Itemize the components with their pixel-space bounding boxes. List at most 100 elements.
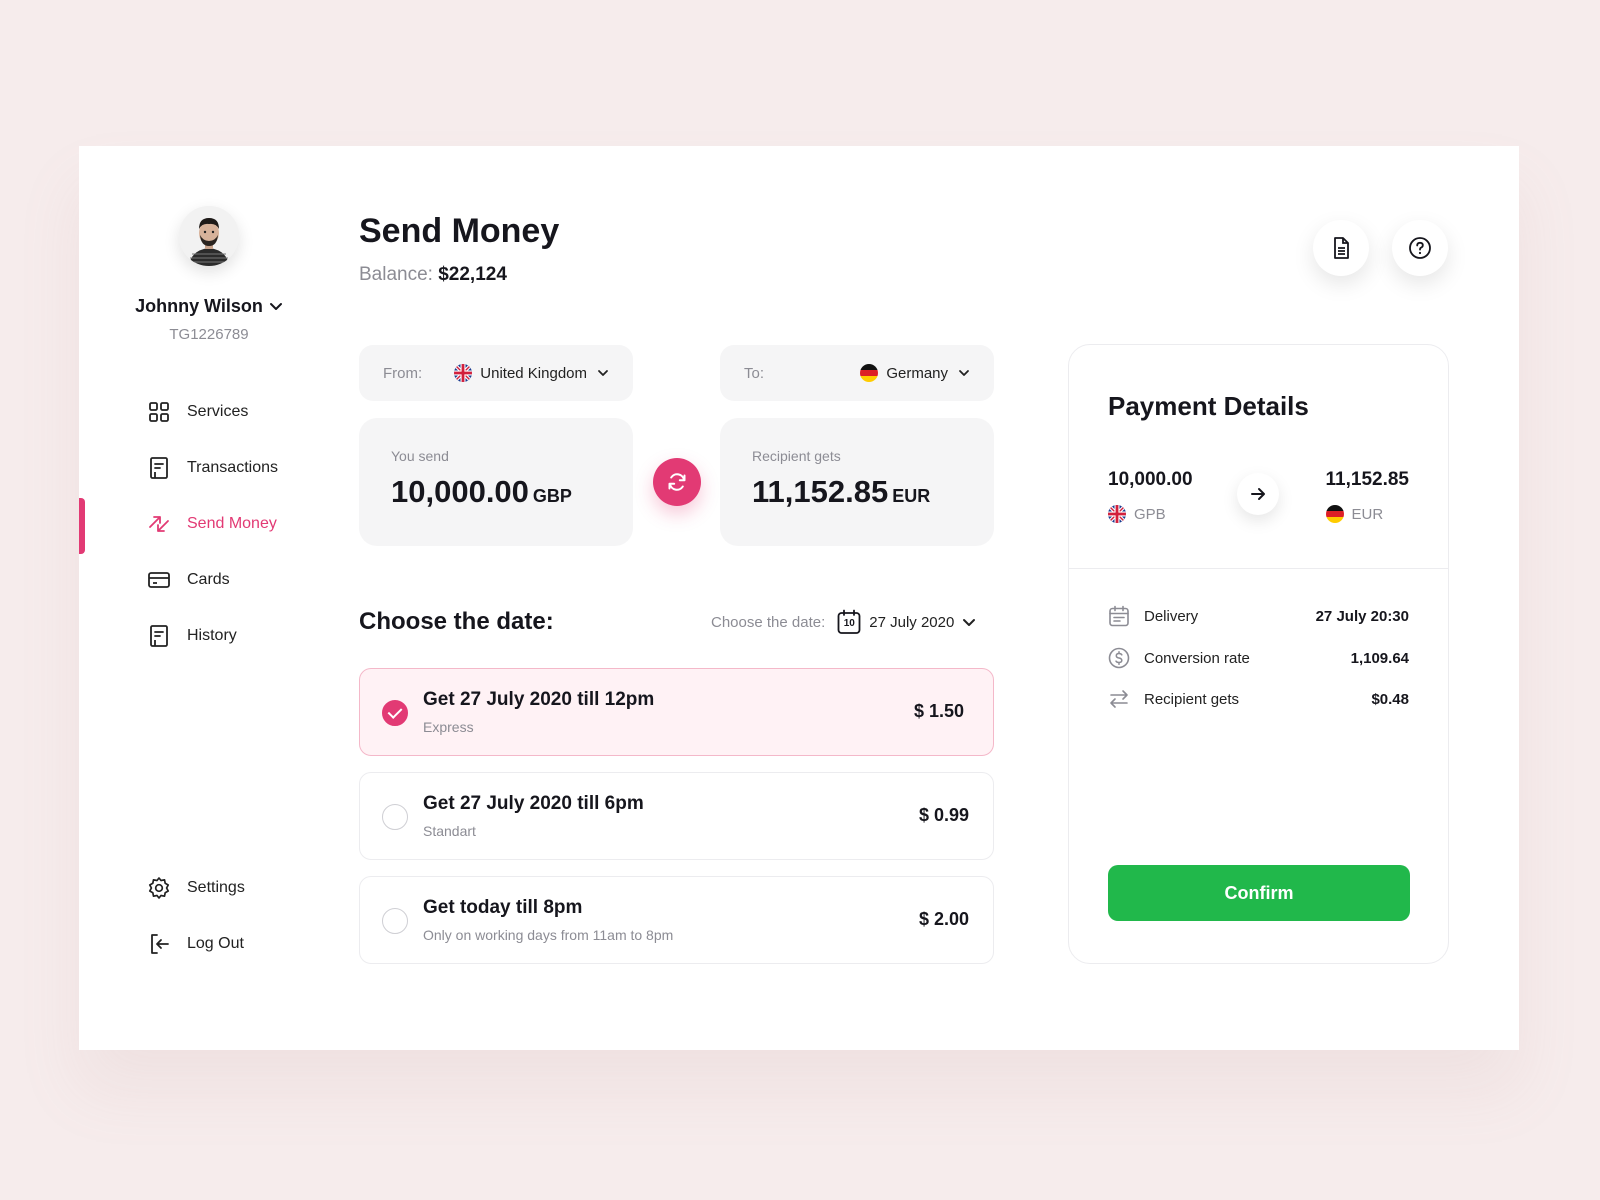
delivery-option-today[interactable]: Get today till 8pm Only on working days … (359, 876, 994, 964)
date-picker[interactable]: Choose the date: 10 27 July 2020 (711, 606, 993, 638)
receive-label: Recipient gets (752, 448, 841, 464)
sidebar-item-cards[interactable]: Cards (147, 566, 230, 594)
arrow-right-icon (1251, 488, 1265, 500)
help-button[interactable] (1392, 220, 1448, 276)
balance-label: Balance: (359, 264, 433, 285)
germany-flag-icon (860, 364, 879, 382)
date-picker-value: 27 July 2020 (869, 613, 955, 631)
payment-to: 11,152.85 EUR (1325, 469, 1409, 523)
radio-button[interactable] (382, 908, 408, 934)
sidebar-item-transactions[interactable]: Transactions (147, 454, 278, 482)
sidebar-item-send-money[interactable]: Send Money (147, 510, 277, 538)
option-price: $ 1.50 (913, 701, 964, 721)
send-amount-box[interactable]: You send 10,000.00 GBP (359, 418, 633, 546)
germany-flag-icon (1325, 505, 1344, 523)
payment-from-currency: GPB (1134, 505, 1166, 523)
delivery-option-express[interactable]: Get 27 July 2020 till 12pm Express $ 1.5… (359, 668, 994, 756)
to-label: To: (744, 364, 765, 382)
detail-row-delivery: Delivery 27 July 20:30 (1108, 603, 1409, 629)
receive-currency: EUR (892, 486, 931, 506)
choose-date-title: Choose the date: (359, 608, 554, 635)
sidebar-item-logout[interactable]: Log Out (147, 930, 244, 958)
calendar-icon (1109, 605, 1129, 627)
sidebar-item-label: Send Money (187, 515, 277, 532)
chevron-down-icon (598, 370, 608, 376)
chevron-down-icon (963, 619, 976, 626)
to-country: Germany (886, 364, 948, 382)
option-title: Get 27 July 2020 till 12pm (423, 689, 655, 710)
date-picker-label: Choose the date: (711, 613, 826, 631)
send-currency: GBP (532, 486, 572, 506)
to-country-select[interactable]: To: Germany (720, 345, 994, 401)
calendar-day: 10 (843, 618, 855, 629)
send-label: You send (391, 448, 449, 464)
receive-amount-box[interactable]: Recipient gets 11,152.85 EUR (720, 418, 994, 546)
receive-amount-value: 11,152.85 (752, 474, 889, 509)
from-value: United Kingdom (454, 364, 609, 382)
payment-details-panel: Payment Details 10,000.00 GPB 11,152.85 … (1068, 344, 1449, 964)
avatar[interactable] (179, 206, 239, 266)
divider (1069, 568, 1448, 569)
receive-amount[interactable]: 11,152.85 EUR (752, 474, 962, 510)
option-price: $ 2.00 (918, 909, 969, 929)
from-country-select[interactable]: From: United Kingdom (359, 345, 633, 401)
detail-value: 27 July 20:30 (1315, 607, 1409, 625)
option-title: Get 27 July 2020 till 6pm (423, 793, 644, 814)
balance: Balance: $22,124 (359, 264, 507, 286)
sidebar-item-label: Settings (187, 879, 245, 896)
document-button[interactable] (1313, 220, 1369, 276)
uk-flag-icon (454, 364, 473, 382)
user-avatar-icon (179, 206, 239, 266)
send-amount-value: 10,000.00 (391, 474, 529, 509)
detail-value: 1,109.64 (1350, 649, 1409, 667)
balance-value: $22,124 (438, 264, 507, 285)
active-indicator (79, 498, 85, 554)
exchange-icon (1110, 690, 1128, 708)
calendar-icon: 10 (837, 609, 861, 635)
sidebar-item-label: Services (187, 403, 249, 420)
option-subtitle: Only on working days from 11am to 8pm (423, 927, 674, 943)
delivery-option-standard[interactable]: Get 27 July 2020 till 6pm Standart $ 0.9… (359, 772, 994, 860)
sidebar-item-history[interactable]: History (147, 622, 237, 650)
logout-icon (151, 934, 169, 954)
uk-flag-icon (1108, 505, 1126, 523)
detail-label: Delivery (1144, 607, 1199, 625)
document-icon (1334, 237, 1349, 259)
chevron-down-icon (269, 297, 283, 318)
option-price: $ 0.99 (918, 805, 969, 825)
send-amount[interactable]: 10,000.00 GBP (391, 474, 601, 510)
payment-to-currency-row: EUR (1325, 505, 1409, 523)
gear-icon (148, 877, 170, 899)
transfer-arrows-icon (149, 516, 169, 532)
grid-icon (149, 402, 169, 422)
swap-currency-button[interactable] (653, 458, 701, 506)
app-window: Johnny Wilson TG1226789 Services Transac… (79, 146, 1519, 1050)
sidebar-item-label: Cards (187, 571, 230, 588)
option-title: Get today till 8pm (423, 897, 583, 918)
detail-label: Recipient gets (1144, 690, 1240, 708)
card-icon (148, 572, 170, 588)
receipt-icon (150, 457, 168, 479)
user-id: TG1226789 (169, 326, 249, 343)
confirm-button[interactable]: Confirm (1108, 865, 1410, 921)
sidebar-item-label: History (187, 627, 237, 644)
detail-label: Conversion rate (1144, 649, 1250, 667)
payment-from-currency-row: GPB (1108, 505, 1193, 523)
sidebar-item-settings[interactable]: Settings (147, 874, 245, 902)
help-icon (1409, 237, 1431, 259)
from-country: United Kingdom (480, 364, 587, 382)
sidebar-item-services[interactable]: Services (147, 398, 248, 426)
payment-from: 10,000.00 GPB (1108, 469, 1193, 523)
user-name[interactable]: Johnny Wilson (79, 296, 339, 318)
sidebar-item-label: Transactions (187, 459, 278, 476)
radio-button[interactable] (382, 804, 408, 830)
radio-button[interactable] (382, 700, 408, 726)
detail-row-recipient-gets: Recipient gets $0.48 (1108, 686, 1409, 712)
payment-from-amount: 10,000.00 (1108, 469, 1193, 490)
option-subtitle: Standart (423, 823, 476, 839)
sidebar: Johnny Wilson TG1226789 Services Transac… (79, 146, 359, 1050)
detail-value: $0.48 (1371, 690, 1409, 708)
chevron-down-icon (959, 370, 969, 376)
to-value: Germany (860, 364, 970, 382)
refresh-icon (668, 473, 686, 491)
